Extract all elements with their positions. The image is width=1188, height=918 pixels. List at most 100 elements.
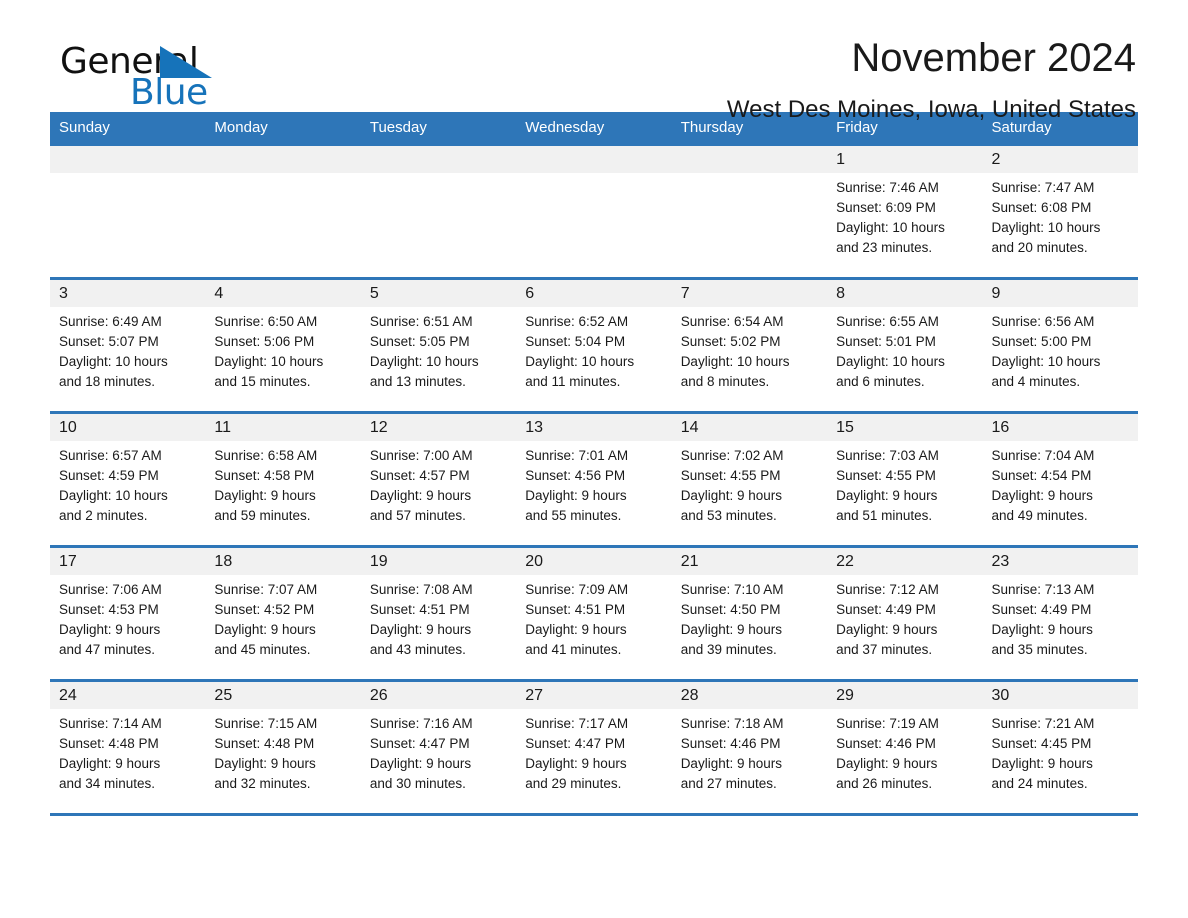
sunrise-text: Sunrise: 7:09 AM: [525, 582, 629, 597]
calendar-day-cell[interactable]: 21 Sunrise: 7:10 AM Sunset: 4:50 PM Dayligh…: [671, 545, 828, 681]
day-number: 16: [982, 414, 1138, 441]
day-details: Sunrise: 7:01 AM Sunset: 4:56 PM Daylight:…: [516, 441, 671, 526]
daylight-text-cont: and 49 minutes.: [991, 508, 1088, 523]
daylight-text: Daylight: 9 hours: [525, 488, 627, 503]
sunset-text: Sunset: 4:54 PM: [991, 468, 1092, 483]
day-details: Sunrise: 7:21 AM Sunset: 4:45 PM Daylight:…: [983, 709, 1138, 794]
day-details: [50, 173, 205, 178]
sunrise-text: Sunrise: 7:12 AM: [836, 582, 939, 597]
calendar-day-cell[interactable]: 18 Sunrise: 7:07 AM Sunset: 4:52 PM Dayligh…: [205, 545, 361, 681]
sunrise-text: Sunrise: 6:50 AM: [214, 314, 318, 329]
calendar-day-cell[interactable]: 11 Sunrise: 6:58 AM Sunset: 4:58 PM Dayligh…: [205, 411, 361, 547]
calendar-day-cell[interactable]: 8 Sunrise: 6:55 AM Sunset: 5:01 PM Daylight…: [827, 277, 983, 413]
calendar-day-cell[interactable]: 25 Sunrise: 7:15 AM Sunset: 4:48 PM Dayligh…: [205, 679, 361, 816]
sunrise-text: Sunrise: 6:56 AM: [991, 314, 1095, 329]
sunset-text: Sunset: 5:07 PM: [59, 334, 159, 349]
sunset-text: Sunset: 4:52 PM: [214, 602, 315, 617]
calendar-day-cell[interactable]: 7 Sunrise: 6:54 AM Sunset: 5:02 PM Daylight…: [671, 277, 828, 413]
day-details: Sunrise: 6:52 AM Sunset: 5:04 PM Daylight:…: [516, 307, 671, 392]
sunset-text: Sunset: 4:51 PM: [369, 602, 470, 617]
page-title: November 2024: [851, 36, 1136, 80]
daylight-text-cont: and 20 minutes.: [991, 240, 1088, 255]
day-number: 15: [827, 414, 983, 441]
daylight-text-cont: and 37 minutes.: [836, 642, 933, 657]
calendar-day-cell[interactable]: 9 Sunrise: 6:56 AM Sunset: 5:00 PM Daylight…: [982, 277, 1138, 413]
calendar-day-cell[interactable]: 6 Sunrise: 6:52 AM Sunset: 5:04 PM Daylight…: [516, 277, 672, 413]
calendar-day-cell[interactable]: 12 Sunrise: 7:00 AM Sunset: 4:57 PM Dayligh…: [360, 411, 517, 547]
sunset-text: Sunset: 4:47 PM: [369, 736, 470, 751]
calendar-day-cell[interactable]: 27 Sunrise: 7:17 AM Sunset: 4:47 PM Dayligh…: [516, 679, 672, 816]
day-details: Sunrise: 7:18 AM Sunset: 4:46 PM Daylight:…: [672, 709, 827, 794]
sunrise-text: Sunrise: 7:10 AM: [680, 582, 784, 597]
calendar-day-cell[interactable]: 26 Sunrise: 7:16 AM Sunset: 4:47 PM Dayligh…: [360, 679, 517, 816]
calendar-day-cell[interactable]: 30 Sunrise: 7:21 AM Sunset: 4:45 PM Dayligh…: [982, 679, 1138, 816]
generalblue-logo[interactable]: General Blue: [60, 44, 320, 116]
daylight-text: Daylight: 9 hours: [59, 756, 161, 771]
calendar-day-cell[interactable]: 4 Sunrise: 6:50 AM Sunset: 5:06 PM Daylight…: [205, 277, 361, 413]
calendar-week-row: 1 Sunrise: 7:46 AM Sunset: 6:09 PM Daylight…: [50, 143, 1138, 279]
daylight-text-cont: and 41 minutes.: [525, 642, 622, 657]
weekday-header-sunday: Sunday: [50, 112, 206, 145]
sunset-text: Sunset: 4:58 PM: [214, 468, 315, 483]
calendar-day-cell[interactable]: 1 Sunrise: 7:46 AM Sunset: 6:09 PM Daylight…: [827, 143, 983, 279]
day-number: 21: [671, 548, 828, 575]
day-number: 19: [360, 548, 517, 575]
sunrise-text: Sunrise: 7:18 AM: [680, 716, 784, 731]
daylight-text-cont: and 27 minutes.: [680, 776, 777, 791]
sunset-text: Sunset: 6:08 PM: [991, 200, 1092, 215]
calendar-empty-cell: [360, 143, 517, 279]
day-number: 9: [982, 280, 1138, 307]
calendar-day-cell[interactable]: 24 Sunrise: 7:14 AM Sunset: 4:48 PM Dayligh…: [50, 679, 206, 816]
calendar-day-cell[interactable]: 23 Sunrise: 7:13 AM Sunset: 4:49 PM Dayligh…: [982, 545, 1138, 681]
day-number: 4: [205, 280, 361, 307]
calendar-day-cell[interactable]: 5 Sunrise: 6:51 AM Sunset: 5:05 PM Daylight…: [360, 277, 517, 413]
daylight-text: Daylight: 10 hours: [991, 220, 1101, 235]
day-number: [50, 146, 206, 173]
sunrise-text: Sunrise: 6:52 AM: [525, 314, 629, 329]
day-details: Sunrise: 7:00 AM Sunset: 4:57 PM Daylight:…: [361, 441, 516, 526]
calendar-day-cell[interactable]: 10 Sunrise: 6:57 AM Sunset: 4:59 PM Dayligh…: [50, 411, 206, 547]
daylight-text-cont: and 32 minutes.: [214, 776, 311, 791]
sunrise-text: Sunrise: 7:03 AM: [836, 448, 939, 463]
calendar-day-cell[interactable]: 28 Sunrise: 7:18 AM Sunset: 4:46 PM Dayligh…: [671, 679, 828, 816]
calendar-day-cell[interactable]: 20 Sunrise: 7:09 AM Sunset: 4:51 PM Dayligh…: [516, 545, 672, 681]
sunset-text: Sunset: 4:46 PM: [680, 736, 781, 751]
weekday-header-tuesday: Tuesday: [360, 112, 517, 145]
day-number: 18: [205, 548, 361, 575]
calendar-day-cell[interactable]: 19 Sunrise: 7:08 AM Sunset: 4:51 PM Dayligh…: [360, 545, 517, 681]
calendar-day-cell[interactable]: 29 Sunrise: 7:19 AM Sunset: 4:46 PM Dayligh…: [827, 679, 983, 816]
page-header: General Blue November 2024 West Des Moin…: [50, 0, 1138, 123]
calendar-day-cell[interactable]: 17 Sunrise: 7:06 AM Sunset: 4:53 PM Dayligh…: [50, 545, 206, 681]
daylight-text-cont: and 47 minutes.: [59, 642, 156, 657]
day-details: Sunrise: 7:07 AM Sunset: 4:52 PM Daylight:…: [205, 575, 360, 660]
daylight-text: Daylight: 9 hours: [991, 622, 1093, 637]
sunrise-text: Sunrise: 6:57 AM: [59, 448, 162, 463]
day-details: Sunrise: 7:09 AM Sunset: 4:51 PM Daylight:…: [516, 575, 671, 660]
calendar-day-cell[interactable]: 14 Sunrise: 7:02 AM Sunset: 4:55 PM Dayligh…: [671, 411, 828, 547]
calendar-day-cell[interactable]: 15 Sunrise: 7:03 AM Sunset: 4:55 PM Dayligh…: [827, 411, 983, 547]
sunrise-text: Sunrise: 7:16 AM: [369, 716, 473, 731]
day-details: Sunrise: 6:58 AM Sunset: 4:58 PM Daylight:…: [205, 441, 360, 526]
calendar-day-cell[interactable]: 13 Sunrise: 7:01 AM Sunset: 4:56 PM Dayligh…: [516, 411, 672, 547]
calendar-day-cell[interactable]: 2 Sunrise: 7:47 AM Sunset: 6:08 PM Daylight…: [982, 143, 1138, 279]
day-number: 29: [827, 682, 983, 709]
day-details: [205, 173, 360, 178]
day-details: Sunrise: 6:56 AM Sunset: 5:00 PM Daylight:…: [983, 307, 1138, 392]
sunset-text: Sunset: 4:57 PM: [369, 468, 470, 483]
daylight-text: Daylight: 9 hours: [525, 622, 627, 637]
daylight-text-cont: and 39 minutes.: [680, 642, 777, 657]
calendar-day-cell[interactable]: 3 Sunrise: 6:49 AM Sunset: 5:07 PM Daylight…: [50, 277, 206, 413]
day-details: [361, 173, 516, 178]
daylight-text: Daylight: 9 hours: [836, 488, 938, 503]
daylight-text: Daylight: 9 hours: [59, 622, 161, 637]
daylight-text-cont: and 55 minutes.: [525, 508, 622, 523]
calendar-day-cell[interactable]: 22 Sunrise: 7:12 AM Sunset: 4:49 PM Dayligh…: [827, 545, 983, 681]
calendar-day-cell[interactable]: 16 Sunrise: 7:04 AM Sunset: 4:54 PM Dayligh…: [982, 411, 1138, 547]
logo-text-blue: Blue: [130, 72, 208, 113]
daylight-text-cont: and 11 minutes.: [525, 374, 621, 389]
sunrise-text: Sunrise: 7:06 AM: [59, 582, 162, 597]
daylight-text: Daylight: 10 hours: [369, 354, 479, 369]
daylight-text-cont: and 2 minutes.: [59, 508, 148, 523]
daylight-text: Daylight: 9 hours: [680, 622, 782, 637]
day-number: 27: [516, 682, 672, 709]
